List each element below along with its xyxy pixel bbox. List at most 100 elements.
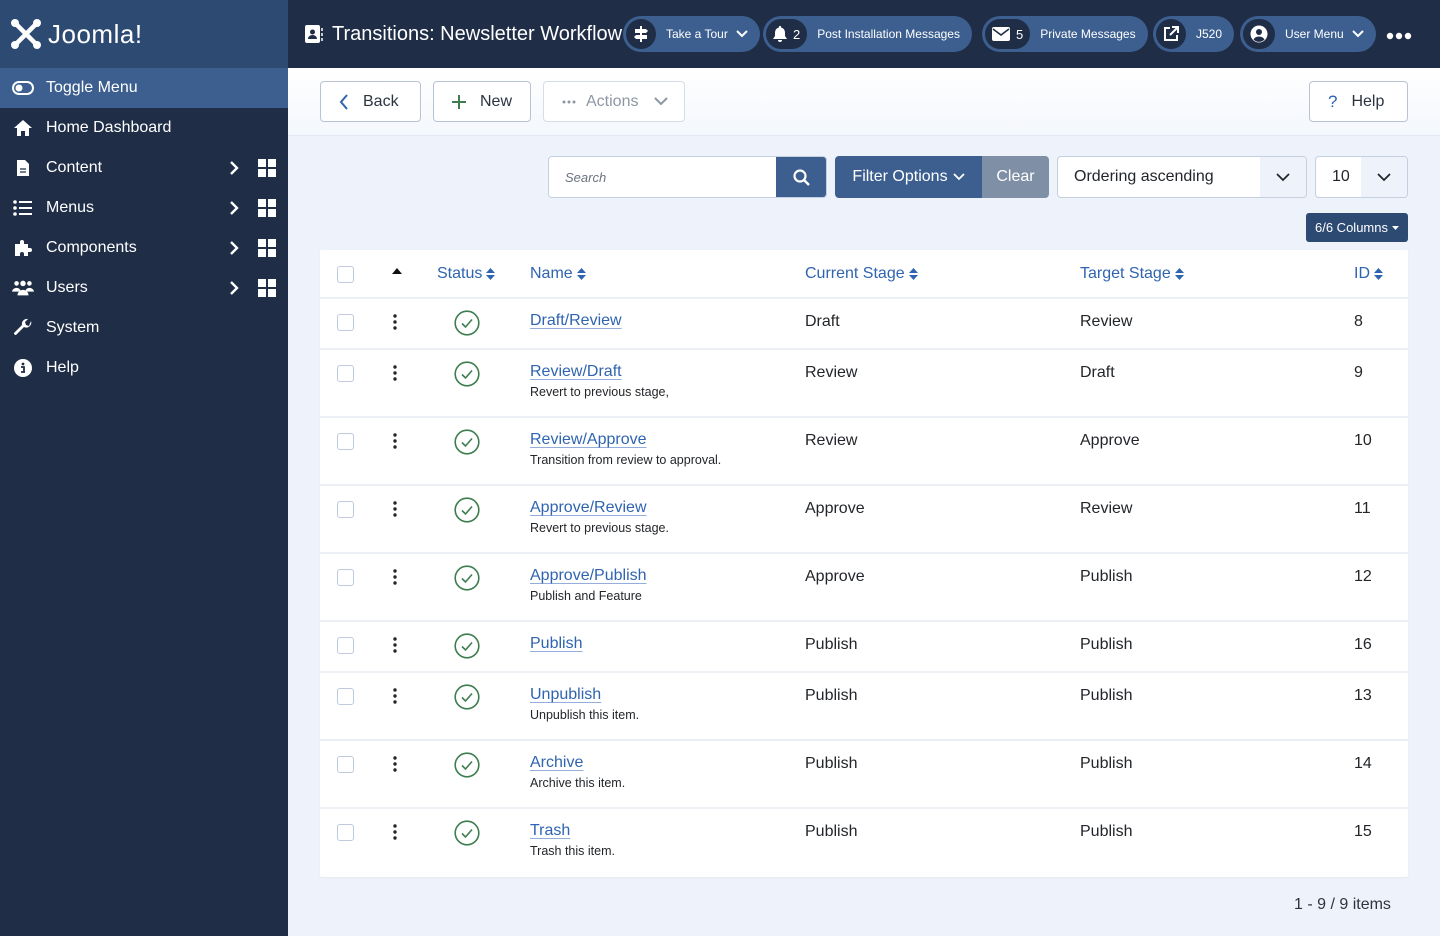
dashboard-grid-icon[interactable] bbox=[258, 279, 276, 297]
row-checkbox[interactable] bbox=[337, 501, 354, 518]
row-checkbox[interactable] bbox=[337, 688, 354, 705]
column-id[interactable]: ID bbox=[1354, 265, 1383, 283]
status-enabled-icon[interactable] bbox=[454, 684, 480, 710]
select-all-checkbox[interactable] bbox=[337, 266, 354, 283]
status-enabled-icon[interactable] bbox=[454, 497, 480, 523]
chevron-right-icon[interactable] bbox=[224, 238, 244, 258]
row-actions-icon[interactable] bbox=[390, 432, 400, 450]
table-row: Review/Approve Transition from review to … bbox=[320, 418, 1408, 486]
column-target-stage[interactable]: Target Stage bbox=[1080, 265, 1184, 283]
ordering-sort-button[interactable] bbox=[392, 268, 402, 274]
row-checkbox[interactable] bbox=[337, 637, 354, 654]
row-actions-icon[interactable] bbox=[390, 636, 400, 654]
chevron-right-icon[interactable] bbox=[224, 198, 244, 218]
status-enabled-icon[interactable] bbox=[454, 361, 480, 387]
filter-options-button[interactable]: Filter Options bbox=[835, 156, 982, 198]
row-actions-icon[interactable] bbox=[390, 500, 400, 518]
status-enabled-icon[interactable] bbox=[454, 633, 480, 659]
row-actions-icon[interactable] bbox=[390, 364, 400, 382]
search-input[interactable] bbox=[549, 157, 776, 197]
transition-name-link[interactable]: Approve/Review bbox=[530, 499, 669, 517]
column-status[interactable]: Status bbox=[437, 265, 496, 283]
sidebar-item-users[interactable]: Users bbox=[0, 268, 288, 308]
sidebar-item-system[interactable]: System bbox=[0, 308, 288, 348]
toggle-menu-button[interactable]: Toggle Menu bbox=[0, 68, 288, 108]
transition-name-link[interactable]: Trash bbox=[530, 822, 615, 840]
column-name[interactable]: Name bbox=[530, 265, 586, 283]
row-checkbox[interactable] bbox=[337, 365, 354, 382]
transition-description: Archive this item. bbox=[530, 776, 626, 790]
transition-description: Revert to previous stage, bbox=[530, 385, 669, 399]
transition-name-link[interactable]: Archive bbox=[530, 754, 625, 772]
table-row: Archive Archive this item. Publish Publis… bbox=[320, 741, 1408, 809]
sidebar-item-components[interactable]: Components bbox=[0, 228, 288, 268]
list-limit-select[interactable]: 10 bbox=[1315, 156, 1408, 198]
column-current-stage[interactable]: Current Stage bbox=[805, 265, 918, 283]
chevron-down-icon bbox=[1351, 30, 1364, 38]
help-button[interactable]: ? Help bbox=[1309, 81, 1408, 122]
sidebar-item-help[interactable]: Help bbox=[0, 348, 288, 388]
post-installation-messages-button[interactable]: 2 Post Installation Messages bbox=[763, 16, 972, 52]
sidebar-item-menus[interactable]: Menus bbox=[0, 188, 288, 228]
row-checkbox[interactable] bbox=[337, 756, 354, 773]
target-stage-cell: Draft bbox=[1080, 364, 1115, 381]
transition-name-link[interactable]: Publish bbox=[530, 635, 582, 653]
status-enabled-icon[interactable] bbox=[454, 820, 480, 846]
row-actions-icon[interactable] bbox=[390, 568, 400, 586]
row-actions-icon[interactable] bbox=[390, 313, 400, 331]
caret-down-icon bbox=[1391, 225, 1399, 230]
row-checkbox[interactable] bbox=[337, 824, 354, 841]
transition-description: Trash this item. bbox=[530, 844, 615, 858]
dashboard-grid-icon[interactable] bbox=[258, 159, 276, 177]
row-actions-icon[interactable] bbox=[390, 755, 400, 773]
transition-name-link[interactable]: Unpublish bbox=[530, 686, 639, 704]
chevron-right-icon[interactable] bbox=[224, 158, 244, 178]
private-messages-button[interactable]: 5 Private Messages bbox=[982, 16, 1148, 52]
actions-dropdown[interactable]: Actions bbox=[543, 81, 685, 122]
home-icon bbox=[12, 117, 34, 139]
row-checkbox[interactable] bbox=[337, 433, 354, 450]
back-button[interactable]: Back bbox=[320, 81, 421, 122]
search-icon bbox=[792, 168, 810, 186]
sidebar-item-home-dashboard[interactable]: Home Dashboard bbox=[0, 108, 288, 148]
ordering-select[interactable]: Ordering ascending bbox=[1057, 156, 1307, 198]
sidebar-item-label: Content bbox=[46, 159, 103, 176]
transition-name-link[interactable]: Review/Approve bbox=[530, 431, 721, 449]
view-site-button[interactable]: J520 bbox=[1153, 16, 1235, 52]
dashboard-grid-icon[interactable] bbox=[258, 199, 276, 217]
row-actions-icon[interactable] bbox=[390, 823, 400, 841]
clear-button[interactable]: Clear bbox=[982, 156, 1049, 198]
columns-toggle-button[interactable]: 6/6 Columns bbox=[1306, 213, 1408, 242]
envelope-icon bbox=[992, 27, 1010, 41]
brand-logo[interactable]: Joomla! bbox=[0, 0, 288, 68]
row-checkbox[interactable] bbox=[337, 569, 354, 586]
table-row: Approve/Publish Publish and Feature Appro… bbox=[320, 554, 1408, 622]
transition-name-link[interactable]: Draft/Review bbox=[530, 312, 622, 330]
id-cell: 15 bbox=[1354, 823, 1372, 840]
columns-label: 6/6 Columns bbox=[1315, 220, 1388, 235]
new-button[interactable]: New bbox=[433, 81, 531, 122]
more-options-icon[interactable] bbox=[1386, 24, 1412, 45]
user-menu-button[interactable]: User Menu bbox=[1240, 16, 1376, 52]
sidebar-item-content[interactable]: Content bbox=[0, 148, 288, 188]
sidebar: Joomla! Toggle Menu Home Dashboard Conte… bbox=[0, 0, 288, 936]
row-checkbox[interactable] bbox=[337, 314, 354, 331]
current-stage-cell: Publish bbox=[805, 636, 858, 653]
sidebar-item-label: Help bbox=[46, 359, 79, 376]
ellipsis-icon bbox=[562, 100, 576, 104]
status-enabled-icon[interactable] bbox=[454, 310, 480, 336]
take-a-tour-button[interactable]: Take a Tour bbox=[623, 16, 760, 52]
chevron-right-icon[interactable] bbox=[224, 278, 244, 298]
search-button[interactable] bbox=[776, 157, 826, 197]
status-enabled-icon[interactable] bbox=[454, 565, 480, 591]
info-icon bbox=[12, 357, 34, 379]
dashboard-grid-icon[interactable] bbox=[258, 239, 276, 257]
status-enabled-icon[interactable] bbox=[454, 429, 480, 455]
transition-name-link[interactable]: Review/Draft bbox=[530, 363, 669, 381]
chevron-down-icon bbox=[952, 173, 965, 181]
plus-icon bbox=[452, 94, 466, 109]
status-enabled-icon[interactable] bbox=[454, 752, 480, 778]
row-actions-icon[interactable] bbox=[390, 687, 400, 705]
transition-name-link[interactable]: Approve/Publish bbox=[530, 567, 647, 585]
file-icon bbox=[12, 157, 34, 179]
